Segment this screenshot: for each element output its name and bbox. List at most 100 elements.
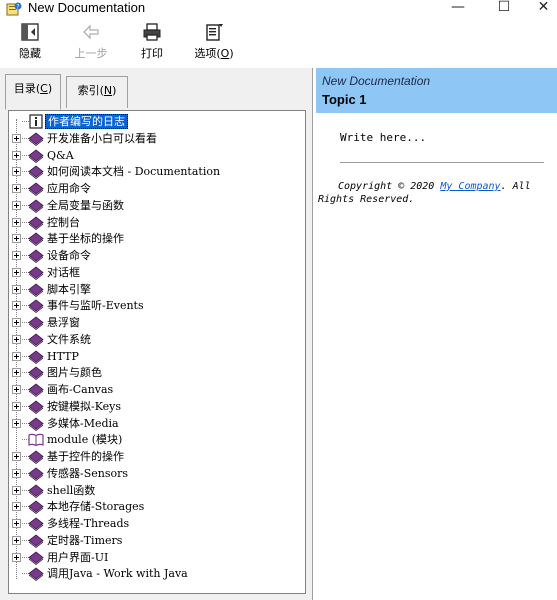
expand-plus-icon[interactable] (12, 401, 21, 411)
tree-item[interactable]: Q&A (9, 147, 305, 164)
tree-item[interactable]: 对话框 (9, 264, 305, 281)
expand-plus-icon[interactable] (12, 334, 21, 344)
tree-item[interactable]: 传感器-Sensors (9, 465, 305, 482)
tree-item-label: 传感器-Sensors (47, 466, 129, 480)
tree-item[interactable]: 定时器-Timers (9, 532, 305, 549)
expand-plus-icon[interactable] (12, 318, 21, 327)
expand-plus-icon[interactable] (12, 468, 21, 478)
contents-tree[interactable]: 作者编写的日志 开发准备小白可以看看 Q&A 如何阅读本文档 - Documentat… (8, 110, 306, 594)
tree-item[interactable]: 开发准备小白可以看看 (9, 130, 305, 147)
tree-item[interactable]: 多线程-Threads (9, 515, 305, 532)
expand-plus-icon[interactable] (12, 150, 21, 160)
close-button[interactable]: ✕ (530, 0, 557, 18)
tree-item[interactable]: 文件系统 (9, 331, 305, 348)
tree-item[interactable]: shell函数 (9, 482, 305, 499)
topic-body-text: Write here... (340, 131, 427, 144)
svg-text:?: ? (16, 3, 19, 10)
book-icon (28, 567, 44, 582)
tab-contents[interactable]: 目录(C) (5, 74, 61, 110)
tree-item[interactable]: HTTP (9, 348, 305, 365)
tree-item[interactable]: module (模块) (9, 431, 305, 448)
expand-plus-icon[interactable] (12, 452, 21, 461)
book-icon (28, 266, 44, 280)
tree-item-label: shell函数 (47, 483, 96, 497)
tree-item[interactable]: 如何阅读本文档 - Documentation (9, 163, 305, 180)
tree-item[interactable]: 多媒体-Media (9, 415, 305, 432)
book-icon (28, 467, 44, 481)
book-icon (28, 383, 44, 397)
tree-item[interactable]: 事件与监听-Events (9, 297, 305, 314)
tree-item[interactable]: 应用命令 (9, 180, 305, 197)
back-arrow-icon (83, 24, 99, 40)
expand-plus-icon[interactable] (12, 418, 21, 428)
printer-icon (143, 23, 161, 41)
expand-plus-icon[interactable] (12, 234, 21, 244)
minimize-button[interactable]: — (438, 0, 478, 18)
tab-index[interactable]: 索引(N) (66, 76, 128, 108)
info-page-icon (29, 114, 43, 129)
book-icon (28, 366, 44, 381)
book-icon (28, 333, 44, 347)
tree-item-label: 画布-Canvas (47, 383, 114, 396)
expand-plus-icon[interactable] (12, 184, 21, 193)
expand-plus-icon[interactable] (12, 535, 21, 545)
tree-item-label: Q&A (47, 148, 74, 162)
tree-item[interactable]: 作者编写的日志 (9, 113, 305, 130)
expand-plus-icon[interactable] (12, 301, 21, 311)
book-icon (28, 132, 44, 146)
tree-item[interactable]: 按键模拟-Keys (9, 398, 305, 415)
expand-plus-icon[interactable] (12, 133, 21, 143)
book-icon (28, 232, 44, 247)
options-label: 选项(O) (194, 47, 234, 60)
tree-item[interactable]: 脚本引擎 (9, 281, 305, 298)
expand-plus-icon[interactable] (12, 267, 21, 277)
book-icon (28, 517, 44, 531)
expand-plus-icon[interactable] (12, 385, 21, 394)
tree-item-label: 全局变量与函数 (47, 198, 124, 212)
book-icon (28, 416, 44, 431)
tree-item[interactable]: 图片与颜色 (9, 364, 305, 381)
expand-plus-icon[interactable] (12, 167, 21, 177)
tree-item[interactable]: 基于坐标的操作 (9, 230, 305, 247)
tree-item-label: 调用Java - Work with Java (47, 567, 188, 581)
tree-item[interactable]: 控制台 (9, 214, 305, 231)
expand-plus-icon[interactable] (12, 217, 21, 227)
book-icon (28, 215, 44, 230)
tree-item[interactable]: 调用Java - Work with Java (9, 565, 305, 582)
expand-plus-icon[interactable] (12, 284, 21, 294)
expand-plus-icon[interactable] (12, 485, 21, 495)
tree-item[interactable]: 本地存储-Storages (9, 498, 305, 515)
tree-item[interactable]: 设备命令 (9, 247, 305, 264)
hide-button[interactable]: 隐藏 (10, 22, 50, 66)
expand-plus-icon[interactable] (12, 251, 21, 260)
tree-item[interactable]: 基于控件的操作 (9, 448, 305, 465)
hide-label: 隐藏 (19, 47, 41, 60)
company-link[interactable]: My Company (440, 181, 500, 192)
content-pane: New Documentation Topic 1 Write here... … (316, 68, 557, 600)
expand-plus-icon[interactable] (12, 519, 21, 528)
divider (340, 162, 544, 163)
print-button[interactable]: 打印 (132, 22, 172, 66)
tree-item[interactable]: 全局变量与函数 (9, 197, 305, 214)
tree-item-label: 脚本引擎 (47, 282, 91, 296)
tree-item-label: 多媒体-Media (47, 416, 119, 430)
tree-item[interactable]: 画布-Canvas (9, 381, 305, 398)
tree-item-label: 事件与监听-Events (47, 299, 144, 313)
tree-item-label: 定时器-Timers (47, 533, 123, 547)
tree-item-label: 图片与颜色 (47, 366, 102, 380)
expand-plus-icon[interactable] (12, 552, 21, 562)
expand-plus-icon[interactable] (12, 502, 21, 512)
book-icon (28, 249, 44, 263)
options-button[interactable]: 选项(O) (188, 22, 240, 66)
expand-plus-icon[interactable] (12, 368, 21, 378)
open-book-icon (28, 434, 44, 447)
book-icon (28, 148, 44, 163)
expand-plus-icon[interactable] (12, 200, 21, 210)
copyright-notice: Copyright © 2020 My Company. All Rights … (318, 181, 531, 205)
tree-item[interactable]: 悬浮窗 (9, 314, 305, 331)
expand-plus-icon[interactable] (12, 351, 21, 361)
maximize-button[interactable]: ☐ (484, 0, 524, 18)
tree-item[interactable]: 用户界面-UI (9, 549, 305, 566)
back-label: 上一步 (74, 47, 108, 60)
back-button[interactable]: 上一步 (66, 22, 116, 66)
